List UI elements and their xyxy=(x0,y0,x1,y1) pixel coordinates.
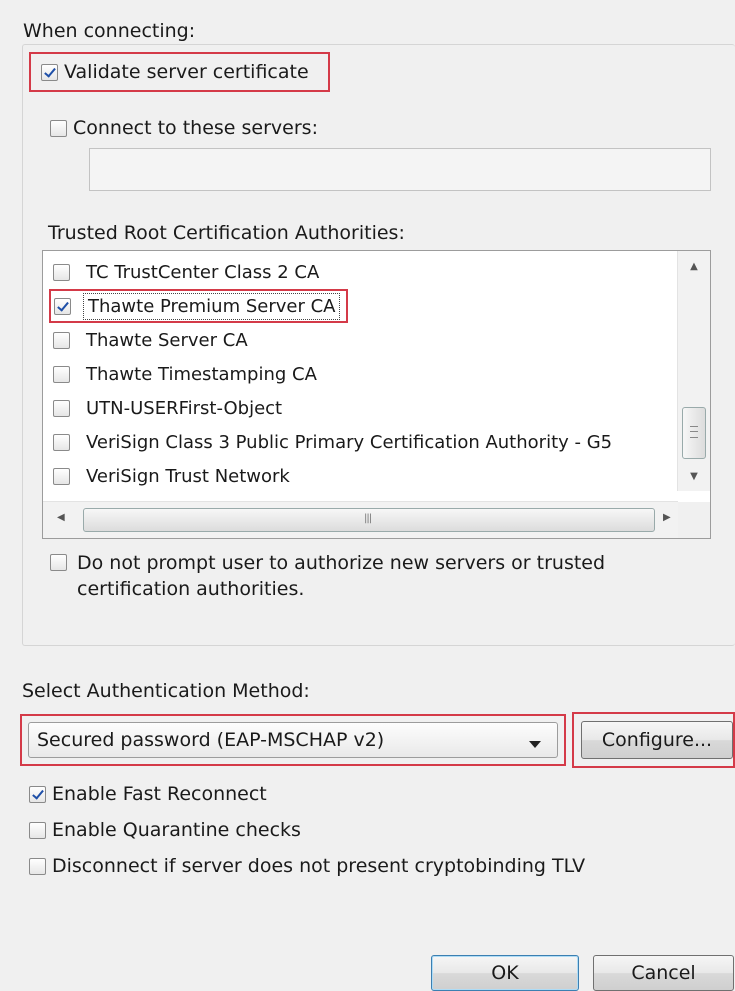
ca-checkbox[interactable] xyxy=(53,331,70,349)
scroll-up-icon[interactable]: ▲ xyxy=(678,261,710,272)
ok-button[interactable]: OK xyxy=(431,955,579,991)
horizontal-scroll-thumb[interactable]: ||| xyxy=(83,508,655,532)
auth-method-dropdown[interactable]: Secured password (EAP-MSCHAP v2) xyxy=(28,722,558,758)
no-prompt-label-line1[interactable]: Do not prompt user to authorize new serv… xyxy=(77,550,605,576)
chevron-down-icon[interactable] xyxy=(529,741,541,748)
ca-label: Thawte Timestamping CA xyxy=(86,363,317,385)
vertical-scroll-thumb[interactable] xyxy=(682,407,706,459)
no-prompt-label-line2[interactable]: certification authorities. xyxy=(77,576,605,602)
connect-servers-label[interactable]: Connect to these servers: xyxy=(73,117,318,139)
ca-checkbox[interactable] xyxy=(53,399,70,417)
thawte-premium-highlight: Thawte Premium Server CA xyxy=(49,289,349,323)
ca-list-items: TC TrustCenter Class 2 CA Thawte Premium… xyxy=(49,255,676,493)
when-connecting-label: When connecting: xyxy=(23,20,196,42)
horizontal-scrollbar[interactable]: ◀ ||| ▶ xyxy=(43,501,678,538)
quarantine-label[interactable]: Enable Quarantine checks xyxy=(52,819,301,841)
fast-reconnect-checkbox[interactable] xyxy=(29,785,46,803)
ca-list-item[interactable]: VeriSign Trust Network xyxy=(53,459,676,493)
ok-button-label: OK xyxy=(491,962,519,984)
cancel-button[interactable]: Cancel xyxy=(593,955,734,991)
scroll-grip-icon: ||| xyxy=(364,513,372,524)
scroll-left-icon[interactable]: ◀ xyxy=(57,512,65,523)
ca-list-item[interactable]: TC TrustCenter Class 2 CA xyxy=(53,255,676,289)
scroll-grip-icon xyxy=(690,426,698,438)
ca-checkbox[interactable] xyxy=(53,467,70,485)
ca-list-item[interactable]: VeriSign Class 3 Public Primary Certific… xyxy=(53,425,676,459)
cryptobinding-label[interactable]: Disconnect if server does not present cr… xyxy=(52,855,585,877)
ca-listbox[interactable]: TC TrustCenter Class 2 CA Thawte Premium… xyxy=(42,250,711,539)
select-method-label: Select Authentication Method: xyxy=(22,680,310,702)
quarantine-row: Enable Quarantine checks xyxy=(29,819,301,841)
fast-reconnect-label[interactable]: Enable Fast Reconnect xyxy=(52,783,267,805)
ca-label: Thawte Server CA xyxy=(86,329,248,351)
ca-list-item[interactable]: Thawte Server CA xyxy=(53,323,676,357)
configure-highlight: Configure... xyxy=(572,712,735,768)
ca-checkbox[interactable] xyxy=(53,365,70,383)
ca-label: UTN-USERFirst-Object xyxy=(86,397,283,419)
scroll-right-icon[interactable]: ▶ xyxy=(663,512,671,523)
servers-input[interactable] xyxy=(89,148,711,191)
cancel-button-label: Cancel xyxy=(631,962,696,984)
ca-list-item[interactable]: Thawte Timestamping CA xyxy=(53,357,676,391)
no-prompt-checkbox[interactable] xyxy=(50,554,67,571)
ca-label: VeriSign Trust Network xyxy=(86,465,290,487)
fast-reconnect-row: Enable Fast Reconnect xyxy=(29,783,267,805)
trusted-root-label: Trusted Root Certification Authorities: xyxy=(48,222,405,244)
connect-servers-checkbox[interactable] xyxy=(50,119,67,137)
validate-certificate-label[interactable]: Validate server certificate xyxy=(64,61,309,83)
connect-servers-row: Connect to these servers: xyxy=(50,117,318,139)
scroll-down-icon[interactable]: ▼ xyxy=(678,471,710,482)
scrollbar-corner xyxy=(678,502,710,538)
ca-list-item[interactable]: UTN-USERFirst-Object xyxy=(53,391,676,425)
configure-button[interactable]: Configure... xyxy=(581,721,733,759)
ca-checkbox[interactable] xyxy=(53,433,70,451)
validate-certificate-highlight: Validate server certificate xyxy=(29,52,330,92)
ca-checkbox[interactable] xyxy=(53,263,70,281)
ca-label: TC TrustCenter Class 2 CA xyxy=(86,261,320,283)
validate-certificate-checkbox[interactable] xyxy=(41,63,58,81)
auth-method-highlight: Secured password (EAP-MSCHAP v2) xyxy=(20,714,566,766)
ca-checkbox[interactable] xyxy=(54,297,71,315)
quarantine-checkbox[interactable] xyxy=(29,821,46,839)
auth-method-value: Secured password (EAP-MSCHAP v2) xyxy=(37,729,385,751)
configure-button-label: Configure... xyxy=(601,729,713,751)
ca-label: Thawte Premium Server CA xyxy=(83,292,341,320)
vertical-scrollbar[interactable]: ▲ ▼ xyxy=(677,251,710,491)
cryptobinding-row: Disconnect if server does not present cr… xyxy=(29,855,585,877)
cryptobinding-checkbox[interactable] xyxy=(29,857,46,875)
ca-label: VeriSign Class 3 Public Primary Certific… xyxy=(86,431,613,453)
ca-list-item-selected[interactable]: Thawte Premium Server CA xyxy=(49,289,367,323)
